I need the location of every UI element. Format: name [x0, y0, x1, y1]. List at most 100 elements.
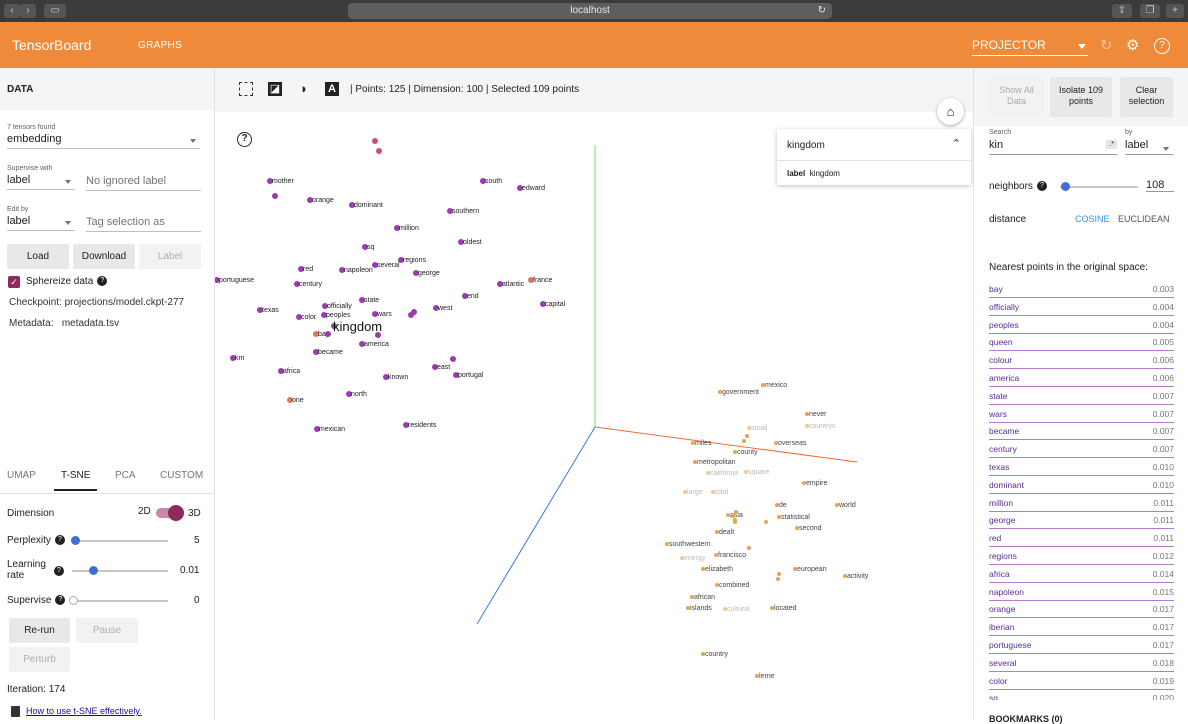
help-icon[interactable]: ? [54, 535, 65, 546]
point-label: activity [847, 573, 869, 580]
nn-row[interactable]: george 0.011 [989, 511, 1174, 530]
scatter-plot[interactable]: mother orange dominant south edward southern m… [215, 112, 973, 720]
nn-row[interactable]: color 0.019 [989, 672, 1174, 690]
supervise-with-select[interactable]: Supervise with label [7, 165, 75, 190]
neighbors-slider[interactable] [1060, 182, 1138, 191]
nn-row[interactable]: bay 0.003 [989, 280, 1174, 298]
sidebar-icon[interactable]: ▭ [44, 4, 66, 18]
nn-row[interactable]: napoleon 0.015 [989, 583, 1174, 601]
regex-toggle[interactable]: .* [1106, 140, 1117, 149]
point-marker [734, 510, 738, 514]
tab-tsne[interactable]: T-SNE [61, 470, 90, 481]
labels-toggle-icon[interactable]: A [325, 82, 339, 96]
plugin-select[interactable]: PROJECTOR [972, 38, 1088, 56]
supervise-slider[interactable] [69, 596, 168, 605]
nn-row[interactable]: iberian 0.017 [989, 618, 1174, 637]
tabs-icon[interactable]: ❐ [1140, 4, 1160, 18]
nn-row[interactable]: wars 0.007 [989, 405, 1174, 423]
nn-distance: 0.004 [1152, 301, 1174, 312]
search-by-select[interactable]: label [1125, 139, 1173, 155]
point-label: square [748, 469, 770, 476]
chevron-down-icon [190, 139, 196, 143]
perplexity-knob[interactable] [71, 536, 80, 545]
nn-row[interactable]: queen 0.005 [989, 333, 1174, 352]
load-button[interactable]: Load [7, 244, 69, 269]
chevron-up-icon[interactable]: ⌃ [952, 137, 961, 150]
nn-row[interactable]: officially 0.004 [989, 298, 1174, 316]
nn-row[interactable]: texas 0.010 [989, 458, 1174, 476]
point-label: mexican [319, 426, 345, 433]
rerun-button[interactable]: Re-run [9, 618, 70, 643]
download-button[interactable]: Download [73, 244, 135, 269]
nn-row[interactable]: century 0.007 [989, 440, 1174, 459]
tab-umap[interactable]: UMAP [7, 470, 36, 481]
nn-row[interactable]: state 0.007 [989, 387, 1174, 405]
nn-row[interactable]: red 0.011 [989, 529, 1174, 548]
supervise-knob[interactable] [69, 596, 78, 605]
euclidean-button[interactable]: EUCLIDEAN [1118, 214, 1170, 224]
edit-by-select[interactable]: Edit by label [7, 206, 75, 231]
point-label: total [715, 489, 729, 496]
point-label: became [318, 349, 343, 356]
new-tab-icon[interactable]: + [1166, 4, 1184, 18]
clear-selection-button[interactable]: Clear selection [1120, 77, 1173, 117]
tsne-link-row: How to use t-SNE effectively. [0, 706, 214, 720]
nn-row[interactable]: portuguese 0.017 [989, 636, 1174, 654]
sphereize-checkbox[interactable]: ✓ [8, 276, 20, 288]
help-icon[interactable]: ? [54, 566, 64, 576]
select-rectangle-icon[interactable] [239, 82, 253, 96]
nn-row[interactable]: regions 0.012 [989, 547, 1174, 565]
nn-row[interactable]: dominant 0.010 [989, 476, 1174, 494]
gear-icon[interactable]: ⚙ [1126, 36, 1139, 54]
help-icon[interactable]: ? [1036, 181, 1047, 192]
nn-row[interactable]: peoples 0.004 [989, 316, 1174, 334]
nn-row[interactable]: several 0.018 [989, 654, 1174, 672]
nn-row[interactable]: sq 0.020 [989, 689, 1174, 700]
share-icon[interactable]: ⇪ [1112, 4, 1132, 18]
neighbors-knob[interactable] [1061, 182, 1070, 191]
search-by-value: label [1125, 139, 1149, 151]
nn-row[interactable]: orange 0.017 [989, 600, 1174, 619]
chevron-down-icon [1163, 147, 1169, 151]
learning-rate-slider[interactable] [72, 566, 168, 575]
nn-row[interactable]: million 0.011 [989, 494, 1174, 512]
perplexity-slider[interactable] [71, 536, 168, 545]
search-input[interactable]: kin .* [989, 139, 1117, 155]
perturb-button[interactable]: Perturb [9, 647, 70, 672]
show-all-button[interactable]: Show All Data [989, 77, 1044, 117]
back-icon[interactable]: ‹ [4, 4, 20, 18]
isolate-button[interactable]: Isolate 109 points [1050, 77, 1112, 117]
url-bar[interactable]: localhost ↻ [348, 3, 832, 19]
dimension-toggle[interactable] [156, 505, 184, 521]
pause-button[interactable]: Pause [76, 618, 138, 643]
nn-row[interactable]: africa 0.014 [989, 565, 1174, 583]
tag-selection-input[interactable]: Tag selection as [86, 214, 201, 232]
night-mode-icon[interactable]: ◪ [268, 82, 282, 96]
help-icon[interactable]: ? [97, 276, 108, 287]
point-label: francisco [718, 552, 746, 559]
learning-rate-knob[interactable] [89, 566, 98, 575]
tsne-link[interactable]: How to use t-SNE effectively. [26, 706, 142, 716]
nn-row[interactable]: colour 0.006 [989, 351, 1174, 370]
refresh-icon[interactable]: ↻ [1100, 36, 1113, 54]
help-icon[interactable]: ? [1154, 38, 1170, 54]
label-button[interactable]: Label [139, 244, 201, 269]
forward-icon[interactable]: › [20, 4, 36, 18]
point-marker [745, 434, 749, 438]
browser-toolbar: ‹ › ▭ localhost ↻ ⇪ ❐ + [0, 0, 1188, 22]
bookmarks-header[interactable]: BOOKMARKS (0) [989, 714, 1063, 724]
cosine-button[interactable]: COSINE [1075, 214, 1110, 224]
tab-graphs[interactable]: GRAPHS [138, 40, 182, 51]
reload-icon[interactable]: ↻ [818, 3, 826, 19]
moon-icon[interactable]: ◗ [297, 82, 311, 96]
help-icon[interactable]: ? [55, 595, 66, 606]
tab-custom[interactable]: CUSTOM [160, 470, 203, 481]
point-label: north [351, 391, 367, 398]
nn-row[interactable]: became 0.007 [989, 422, 1174, 441]
tensor-select[interactable]: 7 tensors found embedding [7, 124, 200, 149]
metadata-label: Metadata: [9, 318, 54, 329]
neighbors-input[interactable]: 108 [1146, 179, 1174, 192]
tab-pca[interactable]: PCA [115, 470, 136, 481]
nn-row[interactable]: america 0.006 [989, 369, 1174, 387]
ignored-label-input[interactable]: No ignored label [86, 173, 201, 191]
